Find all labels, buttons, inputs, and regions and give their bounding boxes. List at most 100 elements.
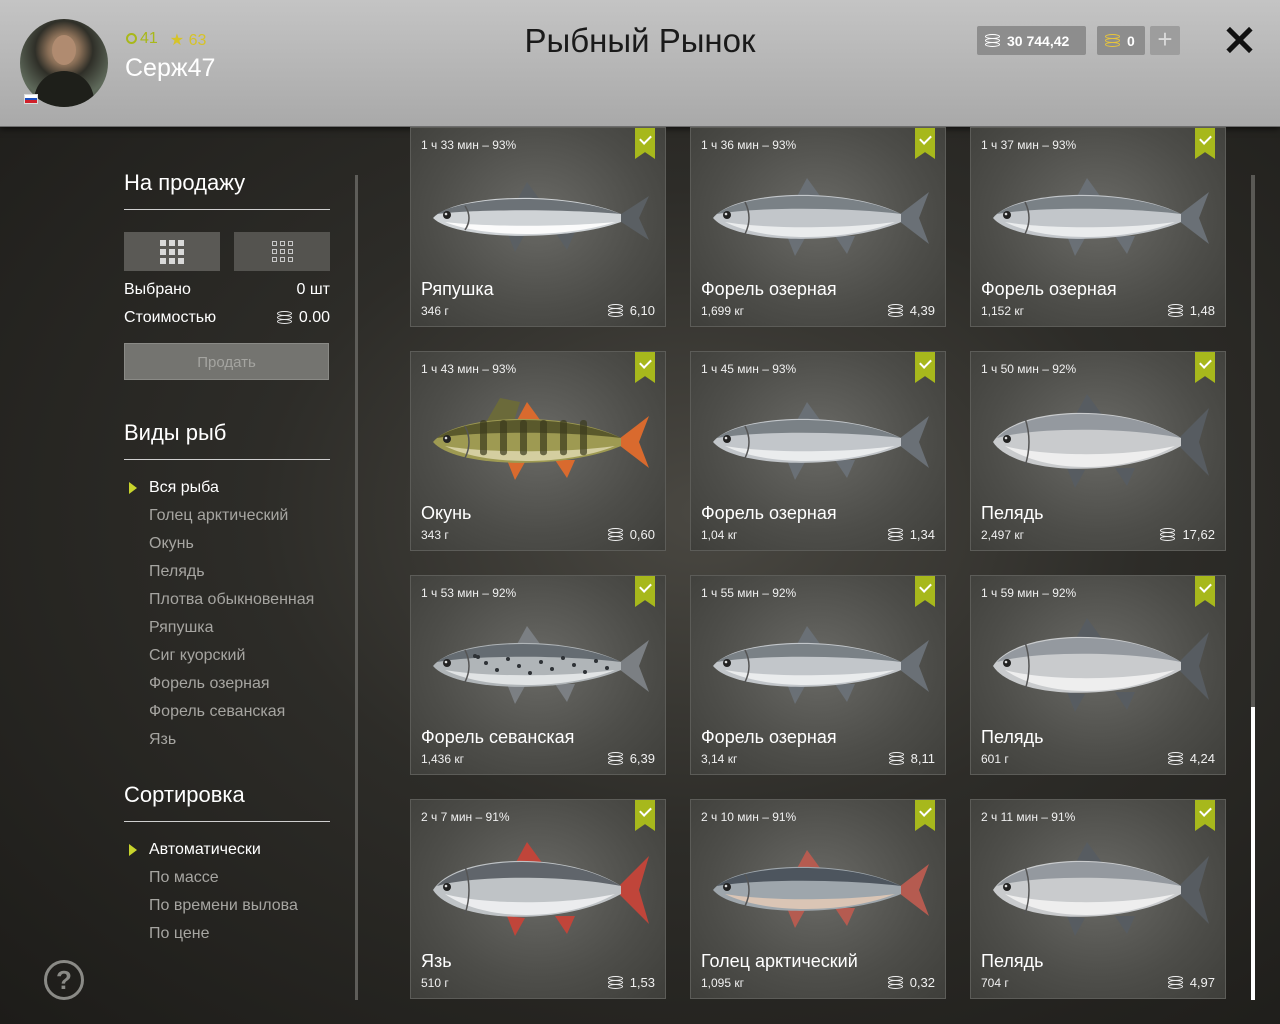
price-value: 6,10 bbox=[629, 303, 655, 318]
catch-time: 2 ч 11 мин – 91% bbox=[981, 810, 1076, 824]
sort-item[interactable]: По цене bbox=[124, 920, 330, 948]
trout-fish-icon bbox=[713, 402, 929, 480]
fish-price: 0,60 bbox=[607, 527, 655, 542]
fish-image bbox=[433, 842, 649, 936]
silver-coins-icon bbox=[887, 303, 904, 318]
fish-card[interactable]: 1 ч 45 мин – 93% Форель озерная 1,04 кг … bbox=[690, 351, 946, 551]
species-item[interactable]: Плотва обыкновенная bbox=[124, 586, 330, 614]
price-value: 1,48 bbox=[1189, 303, 1215, 318]
silver-coins-icon bbox=[888, 751, 905, 766]
price-value: 8,11 bbox=[910, 751, 935, 766]
fish-image bbox=[993, 618, 1209, 712]
fish-image bbox=[433, 182, 649, 252]
selected-check-icon[interactable] bbox=[915, 352, 935, 383]
catch-time: 1 ч 55 мин – 92% bbox=[701, 586, 797, 600]
selected-check-icon[interactable] bbox=[915, 800, 935, 831]
grid-outline-icon bbox=[271, 241, 293, 262]
sort-item[interactable]: Автоматически bbox=[124, 836, 330, 864]
fish-card[interactable]: 2 ч 10 мин – 91% Голец арктический 1,095… bbox=[690, 799, 946, 999]
deselect-all-button[interactable] bbox=[234, 232, 330, 271]
fish-weight: 343 г bbox=[421, 528, 449, 542]
fish-price: 8,11 bbox=[888, 751, 935, 766]
fish-weight: 704 г bbox=[981, 976, 1009, 990]
selected-check-icon[interactable] bbox=[1195, 352, 1215, 383]
fish-name: Пелядь bbox=[981, 951, 1044, 971]
selected-check-icon[interactable] bbox=[635, 352, 655, 383]
fish-weight: 1,436 кг bbox=[421, 752, 464, 766]
silver-coins-icon bbox=[887, 527, 904, 542]
fish-card[interactable]: 1 ч 50 мин – 92% Пелядь 2,497 кг 17,62 bbox=[970, 351, 1226, 551]
ide-fish-icon bbox=[433, 842, 649, 936]
fish-name: Ряпушка bbox=[421, 279, 494, 299]
fish-name: Форель озерная bbox=[701, 279, 837, 299]
grid-filled-icon bbox=[160, 239, 184, 264]
fish-weight: 2,497 кг bbox=[981, 528, 1024, 542]
fish-weight: 1,04 кг bbox=[701, 528, 738, 542]
fish-card[interactable]: 1 ч 43 мин – 93% Окунь 343 г 0,60 bbox=[410, 351, 666, 551]
selected-check-icon[interactable] bbox=[1195, 576, 1215, 607]
fish-price: 0,32 bbox=[887, 975, 935, 990]
fish-card[interactable]: 2 ч 7 мин – 91% Язь 510 г 1,53 bbox=[410, 799, 666, 999]
catch-time: 1 ч 33 мин – 93% bbox=[421, 138, 517, 152]
fish-image bbox=[993, 178, 1209, 256]
species-title: Виды рыб bbox=[124, 420, 330, 460]
silver-coins-icon bbox=[1167, 751, 1184, 766]
fish-weight: 3,14 кг bbox=[701, 752, 738, 766]
species-item[interactable]: Ряпушка bbox=[124, 614, 330, 642]
selected-check-icon[interactable] bbox=[635, 128, 655, 159]
fish-name: Пелядь bbox=[981, 503, 1044, 523]
help-icon[interactable]: ? bbox=[44, 960, 84, 1000]
fish-card[interactable]: 1 ч 36 мин – 93% Форель озерная 1,699 кг… bbox=[690, 127, 946, 327]
price-value: 1,53 bbox=[629, 975, 655, 990]
sort-item[interactable]: По массе bbox=[124, 864, 330, 892]
fish-card[interactable]: 1 ч 37 мин – 93% Форель озерная 1,152 кг… bbox=[970, 127, 1226, 327]
scroll-thumb[interactable] bbox=[1251, 707, 1255, 1000]
selected-check-icon[interactable] bbox=[635, 576, 655, 607]
sell-button[interactable]: Продать bbox=[124, 343, 329, 380]
fish-price: 1,53 bbox=[607, 975, 655, 990]
selected-check-icon[interactable] bbox=[915, 576, 935, 607]
species-item[interactable]: Форель озерная bbox=[124, 670, 330, 698]
catch-time: 1 ч 37 мин – 93% bbox=[981, 138, 1077, 152]
fish-weight: 1,699 кг bbox=[701, 304, 744, 318]
fish-weight: 1,152 кг bbox=[981, 304, 1024, 318]
trout-fish-icon bbox=[713, 626, 929, 704]
close-icon[interactable] bbox=[1224, 25, 1254, 55]
selected-check-icon[interactable] bbox=[635, 800, 655, 831]
peled-fish-icon bbox=[993, 842, 1209, 936]
price-value: 0,60 bbox=[629, 527, 655, 542]
sort-item[interactable]: По времени вылова bbox=[124, 892, 330, 920]
selected-check-icon[interactable] bbox=[1195, 128, 1215, 159]
species-item[interactable]: Форель севанская bbox=[124, 698, 330, 726]
cost-row: Стоимостью 0.00 bbox=[124, 309, 330, 327]
fish-price: 4,24 bbox=[1167, 751, 1215, 766]
fish-card[interactable]: 1 ч 53 мин – 92% Форель севанская 1,436 … bbox=[410, 575, 666, 775]
species-item[interactable]: Вся рыба bbox=[124, 474, 330, 502]
fish-price: 17,62 bbox=[1159, 527, 1215, 542]
catch-time: 1 ч 50 мин – 92% bbox=[981, 362, 1077, 376]
price-value: 4,39 bbox=[909, 303, 935, 318]
fish-card[interactable]: 1 ч 59 мин – 92% Пелядь 601 г 4,24 bbox=[970, 575, 1226, 775]
select-all-button[interactable] bbox=[124, 232, 220, 271]
fish-card[interactable]: 2 ч 11 мин – 91% Пелядь 704 г 4,97 bbox=[970, 799, 1226, 999]
trout-fish-icon bbox=[713, 178, 929, 256]
add-currency-button[interactable]: + bbox=[1150, 26, 1180, 55]
gold-coins-icon bbox=[1104, 33, 1121, 48]
fish-card[interactable]: 1 ч 33 мин – 93% Ряпушка 346 г 6,10 bbox=[410, 127, 666, 327]
species-item[interactable]: Язь bbox=[124, 726, 330, 754]
silver-coins-icon bbox=[1159, 527, 1176, 542]
selected-check-icon[interactable] bbox=[915, 128, 935, 159]
selected-check-icon[interactable] bbox=[1195, 800, 1215, 831]
gold-balance: 0 bbox=[1097, 26, 1145, 55]
silver-coins-icon bbox=[984, 33, 1001, 48]
species-item[interactable]: Сиг куорский bbox=[124, 642, 330, 670]
catch-time: 2 ч 10 мин – 91% bbox=[701, 810, 797, 824]
species-item[interactable]: Пелядь bbox=[124, 558, 330, 586]
fish-card[interactable]: 1 ч 55 мин – 92% Форель озерная 3,14 кг … bbox=[690, 575, 946, 775]
fish-name: Форель озерная bbox=[701, 727, 837, 747]
fish-name: Форель озерная bbox=[701, 503, 837, 523]
fish-image bbox=[713, 178, 929, 256]
species-item[interactable]: Голец арктический bbox=[124, 502, 330, 530]
species-item[interactable]: Окунь bbox=[124, 530, 330, 558]
scrollbar[interactable] bbox=[1251, 175, 1255, 1000]
